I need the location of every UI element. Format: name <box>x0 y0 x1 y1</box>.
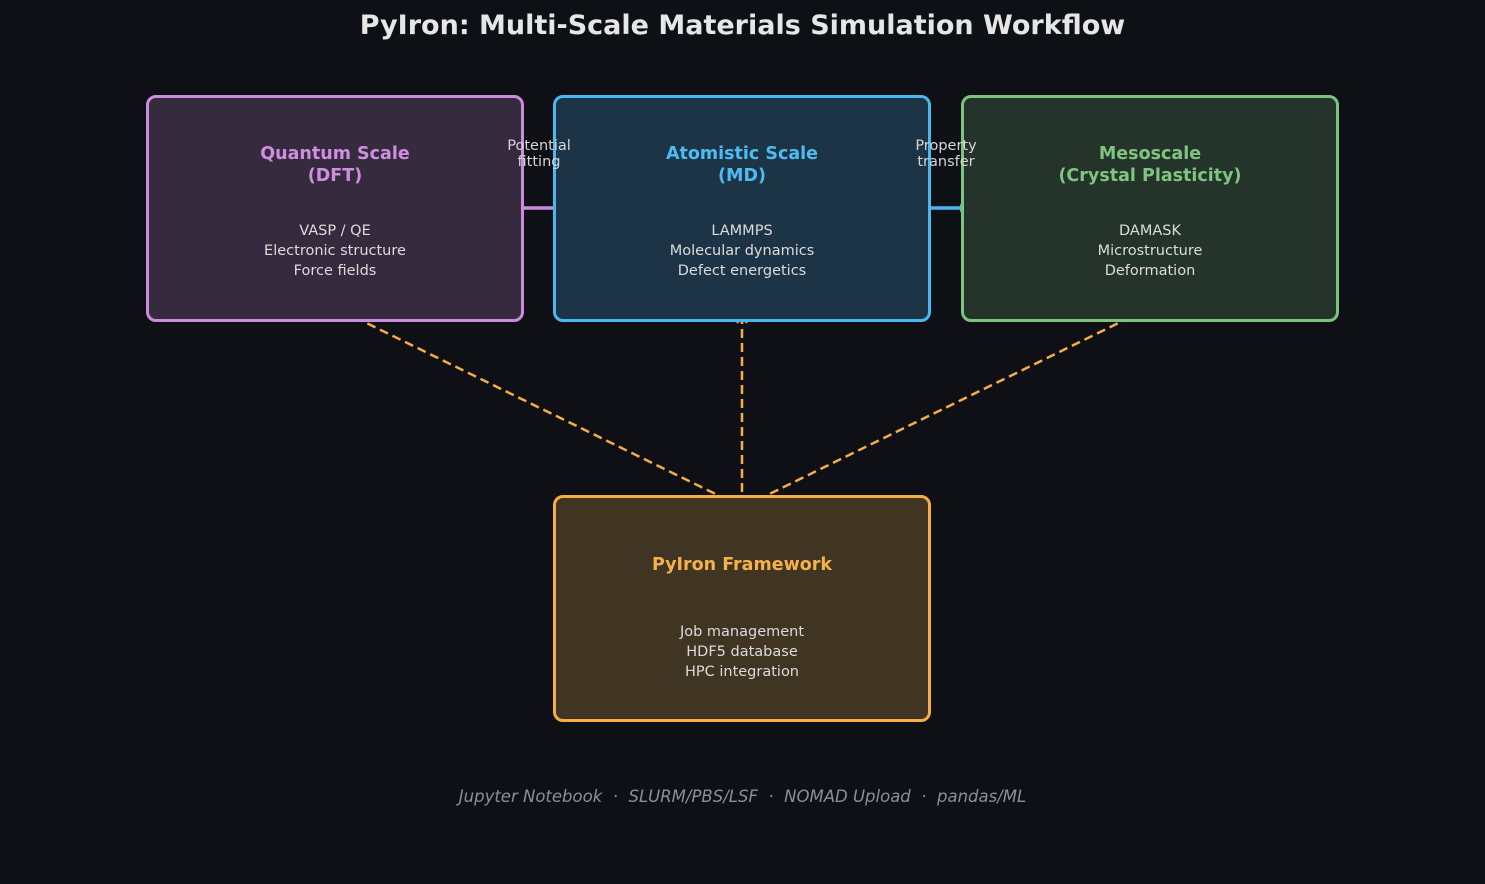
footer-tools: Jupyter Notebook · SLURM/PBS/LSF · NOMAD… <box>458 787 1027 806</box>
atomistic-line-2: Molecular dynamics <box>669 243 815 259</box>
mesoscale-title: Mesoscale (Crystal Plasticity) <box>1058 144 1242 186</box>
edge-label-potential-fitting: Potential fitting <box>507 138 571 170</box>
meso-line-2: Microstructure <box>1097 243 1203 259</box>
quantum-scale-details: VASP / QE Electronic structure Force fie… <box>149 221 521 281</box>
pyiron-framework-details: Job management HDF5 database HPC integra… <box>556 622 928 682</box>
quantum-line-1: VASP / QE <box>299 223 371 239</box>
atomistic-line-3: Defect energetics <box>677 263 807 279</box>
atomistic-scale-title: Atomistic Scale (MD) <box>665 144 819 186</box>
meso-line-1: DAMASK <box>1119 223 1181 239</box>
pyiron-line-2: HDF5 database <box>686 644 798 660</box>
pyiron-framework-title: PyIron Framework <box>651 555 833 575</box>
mesoscale-details: DAMASK Microstructure Deformation <box>964 221 1336 281</box>
arrow-pyiron-to-meso <box>744 308 1145 508</box>
quantum-line-3: Force fields <box>293 263 377 279</box>
atomistic-scale-box: Atomistic Scale (MD) LAMMPS Molecular dy… <box>553 95 931 322</box>
arrow-pyiron-to-quantum <box>340 308 741 508</box>
pyiron-line-3: HPC integration <box>684 664 800 680</box>
meso-line-3: Deformation <box>1104 263 1196 279</box>
pyiron-line-1: Job management <box>679 624 805 640</box>
quantum-scale-box: Quantum Scale (DFT) VASP / QE Electronic… <box>146 95 524 322</box>
quantum-scale-title: Quantum Scale (DFT) <box>260 144 410 186</box>
quantum-line-2: Electronic structure <box>264 243 406 259</box>
atomistic-line-1: LAMMPS <box>711 223 773 239</box>
mesoscale-box: Mesoscale (Crystal Plasticity) DAMASK Mi… <box>961 95 1339 322</box>
atomistic-scale-details: LAMMPS Molecular dynamics Defect energet… <box>556 221 928 281</box>
edge-label-property-transfer: Property transfer <box>915 138 977 170</box>
pyiron-framework-box: PyIron Framework Job management HDF5 dat… <box>553 495 931 722</box>
